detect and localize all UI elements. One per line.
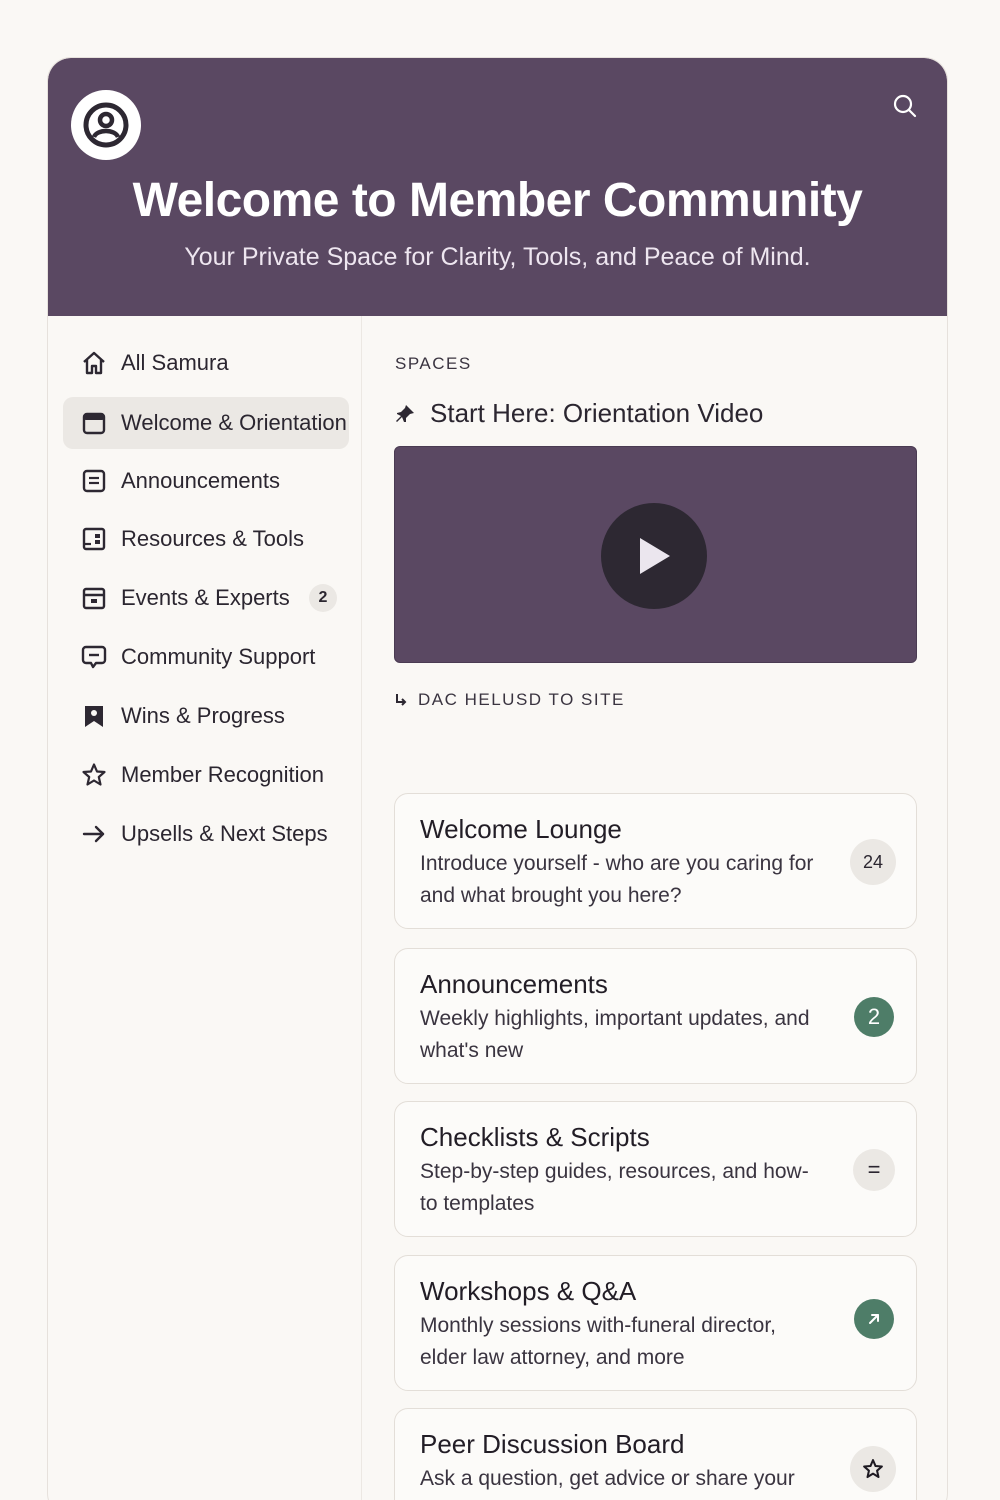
sidebar-item-label: All Samura: [121, 350, 229, 375]
app-window: Welcome to Member Community Your Private…: [47, 57, 948, 1500]
sidebar-item-label: Events & Experts: [121, 585, 290, 610]
main-content: SPACES Start Here: Orientation Video DAC…: [394, 316, 917, 1500]
sidebar-item-label: Resources & Tools: [121, 526, 305, 551]
count-badge: 24: [850, 839, 896, 885]
page-subtitle: Your Private Space for Clarity, Tools, a…: [184, 243, 811, 271]
card-description: Monthly sessions with-funeral director, …: [420, 1314, 776, 1369]
sub-section-label: DAC HELUSD TO SITE: [394, 690, 625, 710]
sidebar-item-all-samura[interactable]: All Samura: [63, 337, 349, 389]
bookmark-icon: [80, 702, 108, 730]
card-description: Introduce yourself - who are you caring …: [420, 852, 814, 907]
space-card-welcome-lounge[interactable]: Welcome Lounge Introduce yourself - who …: [394, 793, 917, 929]
chat-icon: [80, 643, 108, 671]
document-icon: [80, 467, 108, 495]
card-title: Announcements: [420, 969, 608, 999]
count-badge: 2: [854, 997, 894, 1037]
pin-icon: [396, 404, 414, 422]
card-title: Peer Discussion Board: [420, 1429, 685, 1459]
star-icon: [80, 761, 108, 789]
sidebar-item-label: Upsells & Next Steps: [121, 821, 328, 846]
return-arrow-icon: [396, 694, 407, 706]
section-label-spaces: SPACES: [395, 354, 472, 373]
arrow-right-icon: [80, 820, 108, 848]
equals-badge: =: [853, 1149, 895, 1191]
page-title: Welcome to Member Community: [132, 174, 863, 227]
sidebar: All Samura Welcome & Orientation Announc…: [48, 316, 362, 1500]
card-description: Weekly highlights, important updates, an…: [420, 1007, 810, 1062]
star-icon: [850, 1446, 896, 1492]
play-icon: [640, 538, 670, 574]
book-icon: [80, 525, 108, 553]
search-icon[interactable]: [891, 92, 919, 120]
sidebar-item-wins-progress[interactable]: Wins & Progress: [63, 690, 349, 742]
card-description: Ask a question, get advice or share your…: [420, 1467, 795, 1500]
arrow-up-right-icon: [854, 1299, 894, 1339]
start-here-label: Start Here: Orientation Video: [430, 398, 764, 428]
space-card-workshops-qa[interactable]: Workshops & Q&A Monthly sessions with-fu…: [394, 1255, 917, 1391]
sidebar-item-welcome-orientation[interactable]: Welcome & Orientation: [63, 397, 349, 449]
sidebar-item-upsells-next-steps[interactable]: Upsells & Next Steps: [63, 808, 349, 860]
orientation-video[interactable]: [394, 446, 917, 663]
card-description: Step-by-step guides, resources, and how-…: [420, 1160, 809, 1215]
folder-icon: [80, 409, 108, 437]
sidebar-item-label: Community Support: [121, 644, 316, 669]
sidebar-item-label: Announcements: [121, 468, 280, 493]
header-banner: Welcome to Member Community Your Private…: [48, 58, 947, 316]
card-title: Checklists & Scripts: [420, 1122, 650, 1152]
sidebar-item-label: Welcome & Orientation: [121, 410, 347, 435]
sidebar-item-announcements[interactable]: Announcements: [63, 455, 349, 507]
sidebar-item-events-experts[interactable]: Events & Experts 2: [63, 572, 349, 624]
calendar-icon: [80, 584, 108, 612]
sidebar-item-resources-tools[interactable]: Resources & Tools: [63, 513, 349, 565]
count-badge: 2: [309, 584, 337, 612]
space-card-announcements[interactable]: Announcements Weekly highlights, importa…: [394, 948, 917, 1084]
space-card-peer-discussion-board[interactable]: Peer Discussion Board Ask a question, ge…: [394, 1408, 917, 1500]
play-button[interactable]: [601, 503, 707, 609]
start-here-heading[interactable]: Start Here: Orientation Video: [394, 398, 763, 429]
sidebar-item-label: Member Recognition: [121, 762, 324, 787]
user-circle-icon[interactable]: [71, 90, 141, 160]
card-title: Welcome Lounge: [420, 814, 622, 844]
sidebar-item-member-recognition[interactable]: Member Recognition: [63, 749, 349, 801]
sub-label-text: DAC HELUSD TO SITE: [418, 690, 625, 709]
card-title: Workshops & Q&A: [420, 1276, 637, 1306]
sidebar-item-label: Wins & Progress: [121, 703, 285, 728]
sidebar-item-community-support[interactable]: Community Support: [63, 631, 349, 683]
space-card-checklists-scripts[interactable]: Checklists & Scripts Step-by-step guides…: [394, 1101, 917, 1237]
home-icon: [80, 349, 108, 377]
